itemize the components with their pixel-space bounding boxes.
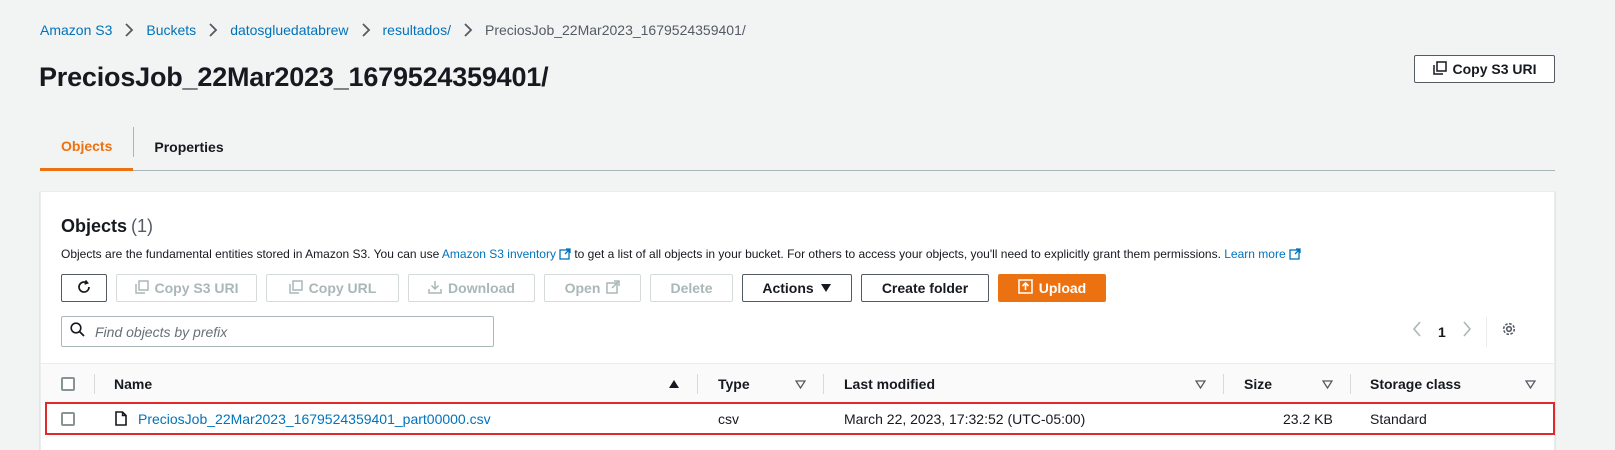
object-storage-class: Standard [1370, 410, 1427, 427]
breadcrumb-buckets[interactable]: Buckets [146, 22, 196, 38]
file-icon [115, 404, 127, 433]
chevron-right-icon [202, 21, 224, 39]
pagination: 1 [1412, 316, 1517, 347]
external-link-icon [559, 248, 571, 263]
upload-icon [1018, 279, 1033, 297]
objects-count: (1) [131, 216, 154, 236]
sort-descending-icon[interactable] [1525, 364, 1536, 404]
copy-icon [288, 279, 303, 297]
sort-descending-icon[interactable] [795, 364, 806, 404]
object-name-link[interactable]: PreciosJob_22Mar2023_1679524359401_part0… [138, 404, 491, 433]
download-label: Download [448, 280, 515, 296]
actions-label: Actions [762, 280, 814, 296]
breadcrumb-folder[interactable]: resultados/ [383, 22, 451, 38]
breadcrumb-current: PreciosJob_22Mar2023_1679524359401/ [484, 22, 746, 38]
column-divider [94, 374, 95, 394]
objects-panel: Objects (1) Objects are the fundamental e… [40, 191, 1555, 450]
column-header-last-modified[interactable]: Last modified [844, 364, 935, 404]
objects-description: Objects are the fundamental entities sto… [61, 247, 1301, 263]
object-type: csv [718, 410, 739, 427]
copy-url-button[interactable]: Copy URL [266, 274, 399, 302]
search-box [61, 316, 494, 347]
chevron-left-icon[interactable] [1412, 321, 1422, 342]
chevron-right-icon [118, 21, 140, 39]
open-button[interactable]: Open [544, 274, 641, 302]
search-icon [70, 321, 85, 342]
sort-ascending-icon[interactable] [668, 364, 680, 404]
desc-text-1: Objects are the fundamental entities sto… [61, 247, 442, 261]
chevron-right-icon [355, 21, 377, 39]
delete-button[interactable]: Delete [650, 274, 733, 302]
search-input[interactable] [95, 323, 475, 340]
column-divider [823, 374, 824, 394]
objects-toolbar: Copy S3 URI Copy URL Download Open Delet… [61, 274, 1115, 302]
copy-s3-uri-label: Copy S3 URI [1452, 61, 1537, 77]
s3-inventory-link-label: Amazon S3 inventory [441, 247, 556, 261]
copy-s3-uri-button[interactable]: Copy S3 URI [1414, 55, 1555, 83]
download-button[interactable]: Download [408, 274, 535, 302]
object-size: 23.2 KB [1283, 410, 1333, 427]
create-folder-label: Create folder [881, 280, 969, 296]
sort-descending-icon[interactable] [1322, 364, 1333, 404]
actions-dropdown[interactable]: Actions [742, 274, 852, 302]
breadcrumb: Amazon S3 Buckets datosgluedatabrew resu… [40, 21, 746, 39]
page-title: PreciosJob_22Mar2023_1679524359401/ [39, 62, 549, 92]
column-header-size[interactable]: Size [1244, 364, 1272, 404]
create-folder-button[interactable]: Create folder [861, 274, 989, 302]
delete-label: Delete [670, 280, 713, 296]
pager-divider [1485, 316, 1487, 347]
column-header-name[interactable]: Name [114, 364, 152, 404]
objects-panel-title: Objects (1) [61, 216, 153, 237]
select-all-checkbox[interactable] [61, 364, 75, 404]
breadcrumb-bucket[interactable]: datosgluedatabrew [230, 22, 348, 38]
column-header-type[interactable]: Type [718, 364, 750, 404]
open-label: Open [564, 280, 601, 296]
copy-s3-uri-toolbar-button[interactable]: Copy S3 URI [116, 274, 257, 302]
tab-properties[interactable]: Properties [134, 124, 243, 170]
table-header: Name Type Last modified Size Storage cla… [41, 363, 1554, 403]
chevron-right-icon[interactable] [1462, 321, 1472, 342]
object-last-modified: March 22, 2023, 17:32:52 (UTC-05:00) [844, 410, 1086, 427]
external-link-icon [606, 279, 621, 297]
caret-down-icon [820, 280, 832, 296]
copy-url-label: Copy URL [308, 280, 377, 296]
upload-button[interactable]: Upload [998, 274, 1106, 302]
row-checkbox[interactable] [61, 404, 75, 433]
copy-s3-uri-toolbar-label: Copy S3 URI [154, 280, 239, 296]
column-header-storage-class[interactable]: Storage class [1370, 364, 1461, 404]
breadcrumb-amazon-s3[interactable]: Amazon S3 [40, 22, 112, 38]
objects-title-text: Objects [61, 216, 128, 236]
chevron-right-icon [457, 21, 479, 39]
desc-text-2: to get a list of all objects in your buc… [570, 247, 1225, 261]
download-icon [428, 280, 442, 297]
s3-inventory-link[interactable]: Amazon S3 inventory [442, 247, 571, 261]
refresh-button[interactable] [61, 274, 107, 302]
column-divider [1223, 374, 1224, 394]
learn-more-link[interactable]: Learn more [1224, 247, 1301, 263]
refresh-icon [76, 279, 92, 298]
sort-descending-icon[interactable] [1195, 364, 1206, 404]
external-link-icon [1288, 248, 1301, 263]
page-number[interactable]: 1 [1438, 324, 1446, 340]
copy-icon [134, 279, 149, 297]
tab-objects[interactable]: Objects [40, 124, 134, 171]
copy-icon [1432, 60, 1447, 78]
table-row[interactable]: PreciosJob_22Mar2023_1679524359401_part0… [45, 402, 1555, 435]
column-divider [1350, 374, 1351, 394]
upload-label: Upload [1038, 280, 1087, 296]
settings-gear-icon[interactable] [1501, 321, 1517, 342]
column-divider [697, 374, 698, 394]
learn-more-link-label: Learn more [1224, 247, 1286, 261]
tab-bar: Objects Properties [40, 124, 1555, 171]
